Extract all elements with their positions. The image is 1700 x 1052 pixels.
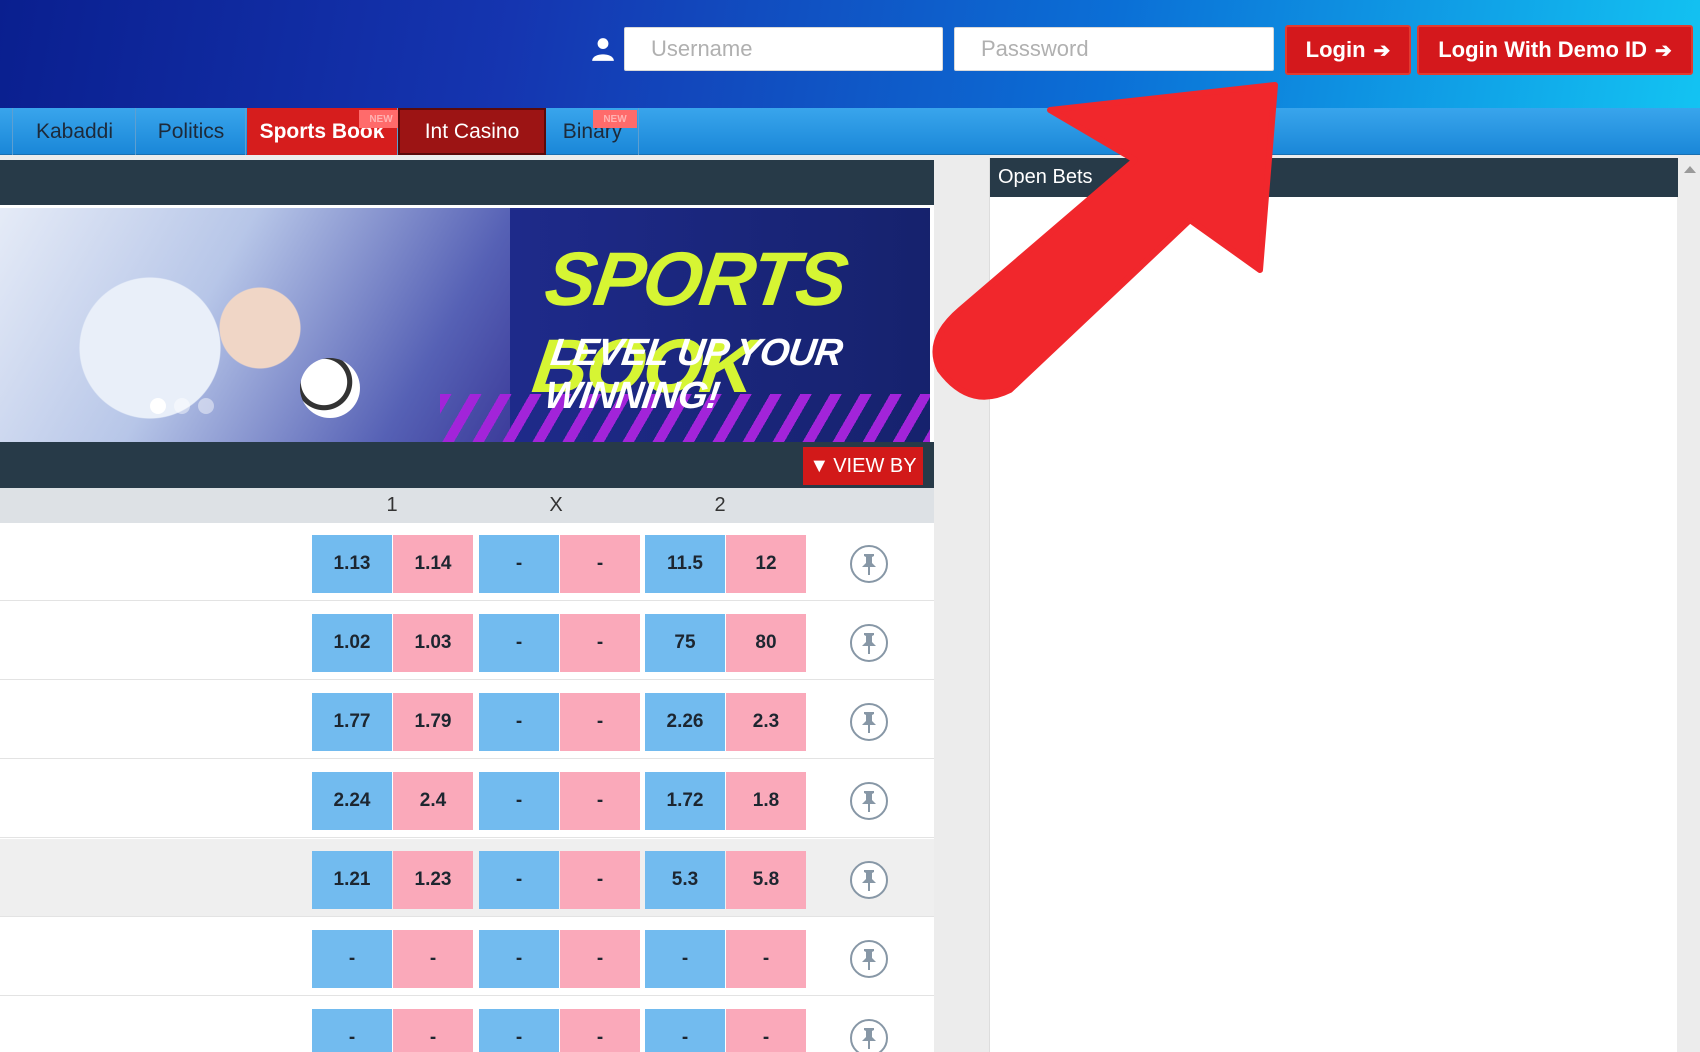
lay-odds-cell[interactable]: 1.23 (393, 851, 473, 909)
login-button[interactable]: Login ➔ (1285, 25, 1411, 75)
lay-odds-cell[interactable]: - (560, 1009, 640, 1052)
pin-icon[interactable] (850, 940, 888, 978)
lay-odds-cell[interactable]: 80 (726, 614, 806, 672)
odds-column-header: 1 X 2 (0, 488, 934, 523)
nav-item-politics[interactable]: Politics (137, 108, 246, 155)
back-odds-cell[interactable]: 1.13 (312, 535, 392, 593)
back-odds-cell[interactable]: 1.21 (312, 851, 392, 909)
back-odds-cell[interactable]: 75 (645, 614, 725, 672)
lay-odds-cell[interactable]: - (560, 772, 640, 830)
lay-odds-cell[interactable]: 1.79 (393, 693, 473, 751)
lay-odds-cell[interactable]: - (560, 851, 640, 909)
back-odds-cell[interactable]: 11.5 (645, 535, 725, 593)
header: Login ➔ Login With Demo ID ➔ (0, 0, 1700, 108)
back-odds-cell[interactable]: - (312, 1009, 392, 1052)
back-odds-cell[interactable]: - (645, 1009, 725, 1052)
carousel-dot[interactable] (174, 398, 190, 414)
nav-item-label: Kabaddi (35, 119, 114, 143)
back-odds-cell[interactable]: 1.72 (645, 772, 725, 830)
back-odds-cell[interactable]: - (479, 851, 559, 909)
banner-carousel-dots (150, 398, 214, 414)
market-row: ------ (0, 918, 934, 996)
arrow-right-icon: ➔ (1373, 39, 1391, 62)
pin-icon[interactable] (850, 624, 888, 662)
open-bets-panel: Open Bets (989, 158, 1678, 1052)
nav-item-sports-book[interactable]: Sports Book NEW (247, 108, 403, 155)
lay-odds-cell[interactable]: 2.3 (726, 693, 806, 751)
lay-odds-cell[interactable]: 5.8 (726, 851, 806, 909)
back-odds-cell[interactable]: 1.77 (312, 693, 392, 751)
column-2-label: 2 (714, 494, 726, 516)
username-input[interactable] (624, 27, 943, 71)
lay-odds-cell[interactable]: - (393, 1009, 473, 1052)
lay-odds-cell[interactable]: - (726, 1009, 806, 1052)
back-odds-cell[interactable]: - (312, 930, 392, 988)
market-row: 1.13 1.14- -11.5 12 (0, 523, 934, 601)
arrow-right-icon: ➔ (1655, 39, 1672, 62)
back-odds-cell[interactable]: - (479, 772, 559, 830)
back-odds-cell[interactable]: 2.24 (312, 772, 392, 830)
password-input[interactable] (954, 27, 1274, 71)
back-odds-cell[interactable]: - (479, 693, 559, 751)
new-badge: NEW (593, 110, 637, 128)
lay-odds-cell[interactable]: 2.4 (393, 772, 473, 830)
market-panel: SPORTS BOOK LEVEL UP YOUR WINNING! ▼ VIE… (0, 160, 934, 1052)
carousel-dot[interactable] (198, 398, 214, 414)
pin-icon[interactable] (850, 1019, 888, 1052)
lay-odds-cell[interactable]: - (560, 930, 640, 988)
market-row: 2.24 2.4- -1.72 1.8 (0, 760, 934, 838)
lay-odds-cell[interactable]: - (560, 693, 640, 751)
column-x-label: X (549, 494, 563, 516)
filter-icon: ▼ (809, 454, 830, 477)
nav-item-partial[interactable] (0, 108, 13, 155)
pin-icon[interactable] (850, 861, 888, 899)
back-odds-cell[interactable]: 2.26 (645, 693, 725, 751)
open-bets-header: Open Bets (990, 158, 1678, 197)
market-top-bar (0, 160, 934, 205)
back-odds-cell[interactable]: - (479, 535, 559, 593)
column-1-label: 1 (386, 494, 398, 516)
pin-icon[interactable] (850, 545, 888, 583)
market-row: 1.21 1.23- -5.3 5.8 (0, 839, 934, 917)
banner-player-image (0, 208, 510, 442)
nav-item-kabaddi[interactable]: Kabaddi (14, 108, 136, 155)
sports-nav: Kabaddi Politics Sports Book NEW Int Cas… (0, 108, 1700, 155)
nav-item-binary[interactable]: Binary NEW (547, 108, 639, 155)
lay-odds-cell[interactable]: - (726, 930, 806, 988)
view-by-button[interactable]: ▼ VIEW BY (803, 447, 923, 485)
back-odds-cell[interactable]: - (479, 930, 559, 988)
filter-bar (0, 442, 934, 488)
market-row: ------ (0, 997, 934, 1052)
nav-item-label: Politics (157, 119, 225, 143)
lay-odds-cell[interactable]: - (560, 614, 640, 672)
lay-odds-cell[interactable]: 1.14 (393, 535, 473, 593)
carousel-dot[interactable] (150, 398, 166, 414)
lay-odds-cell[interactable]: 1.03 (393, 614, 473, 672)
banner-subtitle: LEVEL UP YOUR WINNING! (542, 332, 845, 417)
market-row: 1.77 1.79- -2.26 2.3 (0, 681, 934, 759)
back-odds-cell[interactable]: 1.02 (312, 614, 392, 672)
lay-odds-cell[interactable]: - (393, 930, 473, 988)
scroll-up-icon[interactable] (1684, 166, 1696, 173)
pin-icon[interactable] (850, 703, 888, 741)
back-odds-cell[interactable]: 5.3 (645, 851, 725, 909)
lay-odds-cell[interactable]: 1.8 (726, 772, 806, 830)
sports-book-banner[interactable]: SPORTS BOOK LEVEL UP YOUR WINNING! (0, 208, 930, 442)
back-odds-cell[interactable]: - (645, 930, 725, 988)
demo-login-button[interactable]: Login With Demo ID ➔ (1417, 25, 1693, 75)
nav-item-label: Int Casino (424, 119, 520, 143)
back-odds-cell[interactable]: - (479, 614, 559, 672)
user-icon (592, 38, 614, 61)
market-row: 1.02 1.03- -75 80 (0, 602, 934, 680)
demo-login-label: Login With Demo ID (1438, 37, 1647, 62)
lay-odds-cell[interactable]: - (560, 535, 640, 593)
lay-odds-cell[interactable]: 12 (726, 535, 806, 593)
back-odds-cell[interactable]: - (479, 1009, 559, 1052)
new-badge: NEW (359, 110, 403, 128)
login-label: Login (1305, 37, 1366, 62)
pin-icon[interactable] (850, 782, 888, 820)
nav-item-int-casino[interactable]: Int Casino (398, 108, 546, 155)
view-by-label: VIEW BY (833, 454, 917, 477)
soccer-ball-icon (300, 358, 360, 418)
